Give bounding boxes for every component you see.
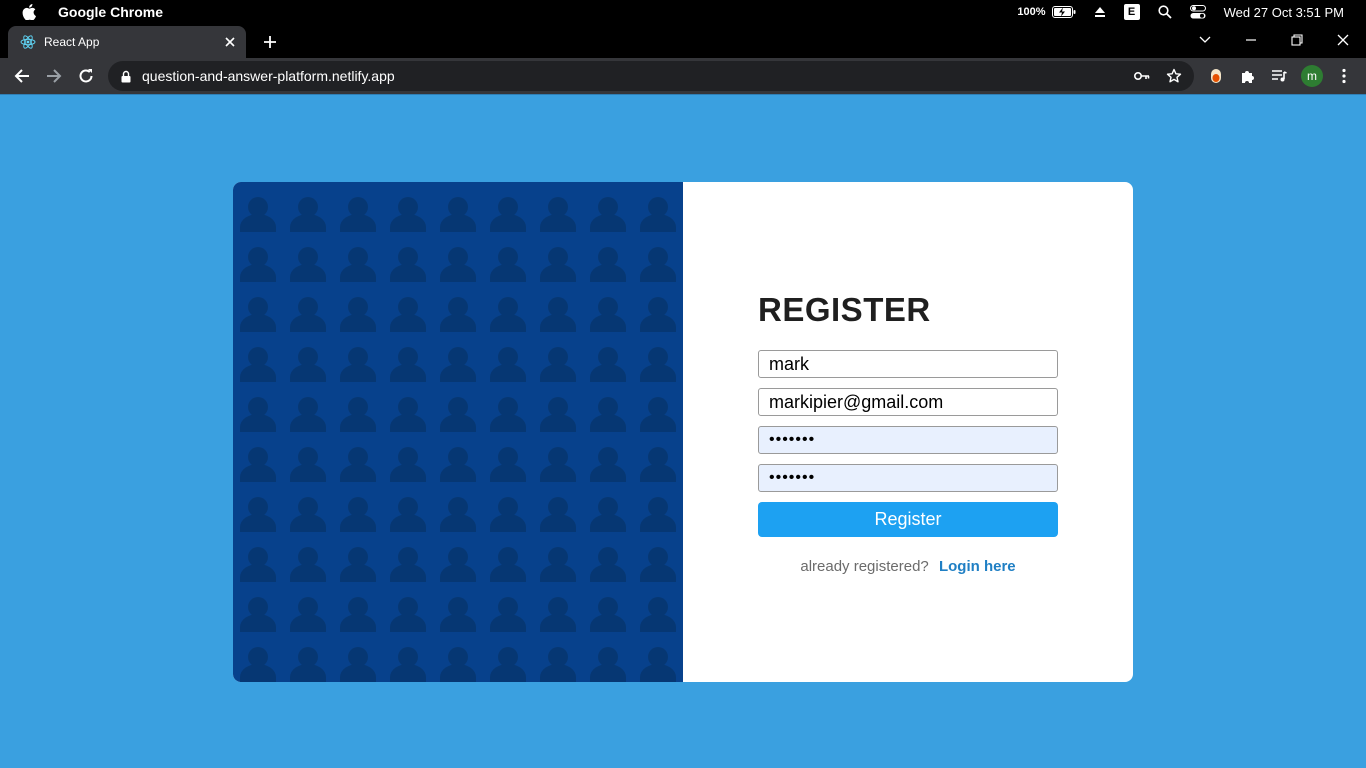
register-card: REGISTER Register already registered? Lo… (233, 182, 1133, 682)
form-title: REGISTER (758, 291, 931, 328)
media-queue-icon[interactable] (1265, 62, 1293, 90)
confirm-password-field[interactable] (758, 464, 1058, 492)
control-center-icon[interactable] (1189, 0, 1206, 24)
active-app-name[interactable]: Google Chrome (58, 4, 163, 20)
minimize-icon[interactable] (1228, 26, 1274, 54)
people-pattern-panel (233, 182, 683, 682)
tab-strip: React App (0, 24, 1366, 58)
register-button[interactable]: Register (758, 502, 1058, 537)
lock-icon[interactable] (120, 69, 132, 83)
extension-honey-icon[interactable] (1202, 62, 1230, 90)
battery-percent: 100% (1017, 6, 1046, 18)
people-pattern (233, 182, 683, 682)
menubar-clock[interactable]: Wed 27 Oct 3:51 PM (1224, 5, 1344, 20)
battery-icon[interactable] (1051, 0, 1076, 24)
password-field[interactable] (758, 426, 1058, 454)
e-badge-label: E (1123, 4, 1140, 20)
e-badge-icon[interactable]: E (1123, 0, 1140, 24)
key-icon[interactable] (1130, 64, 1154, 88)
tab-title: React App (44, 35, 100, 49)
window-close-icon[interactable] (1320, 26, 1366, 54)
new-tab-plus-icon[interactable] (258, 30, 282, 54)
reload-icon[interactable] (72, 62, 100, 90)
url-text[interactable]: question-and-answer-platform.netlify.app (142, 68, 395, 84)
login-prompt: already registered? Login here (758, 558, 1058, 575)
address-bar[interactable]: question-and-answer-platform.netlify.app (108, 61, 1194, 91)
apple-icon[interactable] (22, 4, 36, 20)
kebab-menu-icon[interactable] (1330, 62, 1358, 90)
profile-avatar[interactable]: m (1301, 65, 1323, 87)
back-arrow-icon[interactable] (8, 62, 36, 90)
restore-icon[interactable] (1274, 26, 1320, 54)
username-field[interactable] (758, 350, 1058, 378)
forward-arrow-icon[interactable] (40, 62, 68, 90)
already-registered-text: already registered? (800, 558, 929, 575)
eject-icon[interactable] (1094, 0, 1106, 24)
chevron-down-icon[interactable] (1182, 26, 1228, 54)
macos-menu-bar: Google Chrome 100% E Wed 27 Oct 3:51 PM (0, 0, 1366, 24)
page-viewport: REGISTER Register already registered? Lo… (0, 94, 1366, 768)
tab-react-app[interactable]: React App (8, 26, 246, 58)
login-here-link[interactable]: Login here (939, 558, 1016, 575)
browser-toolbar: question-and-answer-platform.netlify.app… (0, 58, 1366, 94)
register-form: REGISTER Register already registered? Lo… (758, 290, 1058, 575)
search-icon[interactable] (1157, 0, 1172, 24)
email-field[interactable] (758, 388, 1058, 416)
react-icon (20, 34, 36, 50)
puzzle-extensions-icon[interactable] (1234, 62, 1262, 90)
close-icon[interactable] (222, 34, 238, 50)
star-bookmark-icon[interactable] (1162, 64, 1186, 88)
